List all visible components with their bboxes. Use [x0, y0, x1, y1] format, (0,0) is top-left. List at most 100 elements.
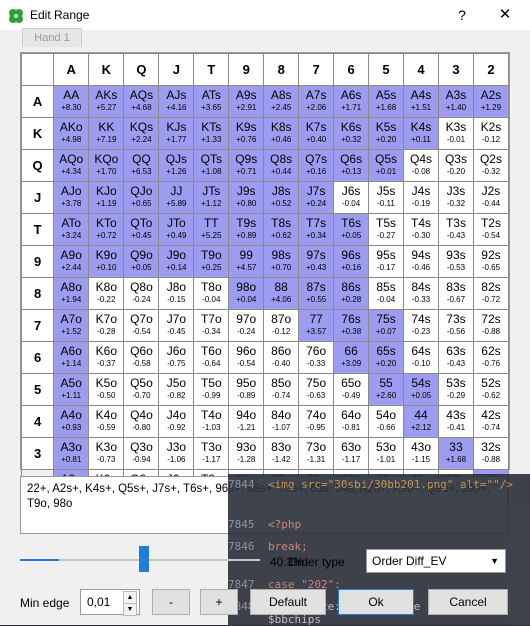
hand-cell[interactable]: 84o -1.07 [263, 405, 300, 438]
hand-cell[interactable]: K4s +0.11 [403, 117, 439, 150]
hand-cell[interactable]: J3s -0.32 [437, 181, 474, 214]
hand-cell[interactable]: ATs +3.65 [193, 85, 230, 118]
hand-cell[interactable]: ATo +3.24 [53, 213, 90, 246]
hand-cell[interactable]: Q8o -0.24 [123, 277, 160, 310]
hand-cell[interactable]: A8o +1.94 [53, 277, 90, 310]
hand-cell[interactable]: KTo +0.72 [88, 213, 125, 246]
hand-cell[interactable]: K2s -0.12 [472, 117, 510, 150]
hand-cell[interactable]: AJs +4.16 [158, 85, 195, 118]
hand-cell[interactable]: KQs +2.24 [123, 117, 160, 150]
hand-cell[interactable]: 95s -0.17 [368, 245, 405, 278]
hand-cell[interactable]: A6o +1.14 [53, 341, 90, 374]
close-button[interactable]: ✕ [490, 3, 520, 27]
hand-cell[interactable]: QTo +0.45 [123, 213, 160, 246]
order-type-select[interactable]: Order Diff_EV ▼ [366, 549, 506, 573]
hand-cell[interactable]: 65o -0.49 [333, 373, 370, 406]
hand-cell[interactable]: T8s +0.62 [263, 213, 300, 246]
hand-cell[interactable]: A2s +1.29 [472, 85, 510, 118]
hand-cell[interactable]: 97o -0.24 [228, 309, 265, 342]
hand-cell[interactable]: 76o -0.33 [298, 341, 335, 374]
hand-cell[interactable]: A5s +1.68 [368, 85, 405, 118]
hand-cell[interactable]: 86o -0.40 [263, 341, 300, 374]
spin-down-icon[interactable]: ▼ [123, 603, 137, 616]
hand-cell[interactable]: 74s -0.23 [403, 309, 439, 342]
hand-cell[interactable]: 94s -0.46 [403, 245, 439, 278]
hand-cell[interactable]: K5s +0.20 [368, 117, 405, 150]
hand-cell[interactable]: AQo +4.34 [53, 149, 90, 182]
hand-cell[interactable]: 42s -0.74 [472, 405, 510, 438]
hand-cell[interactable]: J5s -0.11 [368, 181, 405, 214]
hand-cell[interactable]: A6s +1.71 [333, 85, 370, 118]
hand-cell[interactable]: T5s -0.27 [368, 213, 405, 246]
hand-cell[interactable]: K5o -0.50 [88, 373, 125, 406]
hand-cell[interactable]: Q8s +0.44 [263, 149, 300, 182]
hand-cell[interactable]: KTs +1.33 [193, 117, 230, 150]
min-edge-value[interactable]: 0,01 [87, 595, 110, 609]
hand-cell[interactable]: 93s -0.53 [437, 245, 474, 278]
hand-cell[interactable]: AQs +4.68 [123, 85, 160, 118]
hand-cell[interactable]: 64s -0.10 [403, 341, 439, 374]
hand-cell[interactable]: 97s +0.43 [298, 245, 335, 278]
hand-cell[interactable]: 33 +1.68 [437, 437, 474, 470]
hand-cell[interactable]: T7o -0.34 [193, 309, 230, 342]
hand-cell[interactable]: 73s -0.56 [437, 309, 474, 342]
slider-thumb[interactable] [139, 546, 149, 572]
min-edge-spinbox[interactable]: 0,01 ▲ ▼ [80, 589, 140, 616]
hand-cell[interactable]: J9s +0.80 [228, 181, 265, 214]
hand-cell[interactable]: J6s -0.04 [333, 181, 370, 214]
hand-cell[interactable]: 98s +0.70 [263, 245, 300, 278]
hand-cell[interactable]: J4o -0.92 [158, 405, 195, 438]
hand-cell[interactable]: QQ +6.53 [123, 149, 160, 182]
hand-cell[interactable]: 43o -1.15 [403, 437, 439, 470]
hand-cell[interactable]: 54o -0.66 [368, 405, 405, 438]
hand-cell[interactable]: 85s -0.04 [368, 277, 405, 310]
hand-cell[interactable]: AKo +4.98 [53, 117, 90, 150]
hand-cell[interactable]: 75o -0.63 [298, 373, 335, 406]
hand-cell[interactable]: Q7o -0.54 [123, 309, 160, 342]
hand-cell[interactable]: Q9s +0.71 [228, 149, 265, 182]
hand-cell[interactable]: 86s +0.28 [333, 277, 370, 310]
hand-cell[interactable]: 73o -1.31 [298, 437, 335, 470]
hand-cell[interactable]: 88 +4.06 [263, 277, 300, 310]
hand-cell[interactable]: 52s -0.62 [472, 373, 510, 406]
hand-cell[interactable]: QJs +1.26 [158, 149, 195, 182]
hand-cell[interactable]: A3o +0.81 [53, 437, 90, 470]
hand-cell[interactable]: 87o -0.12 [263, 309, 300, 342]
hand-cell[interactable]: Q4s -0.08 [403, 149, 439, 182]
hand-cell[interactable]: Q4o -0.80 [123, 405, 160, 438]
hand-cell[interactable]: Q5s +0.01 [368, 149, 405, 182]
hand-cell[interactable]: JJ +5.89 [158, 181, 195, 214]
hand-cell[interactable]: Q9o +0.05 [123, 245, 160, 278]
hand-cell[interactable]: A3s +1.40 [437, 85, 474, 118]
hand-cell[interactable]: 87s +0.55 [298, 277, 335, 310]
hand-cell[interactable]: K3o -0.73 [88, 437, 125, 470]
hand-cell[interactable]: A5o +1.11 [53, 373, 90, 406]
hand-cell[interactable]: T4s -0.30 [403, 213, 439, 246]
hand-cell[interactable]: Q6o -0.58 [123, 341, 160, 374]
hand-cell[interactable]: K7o -0.28 [88, 309, 125, 342]
hand-cell[interactable]: AKs +5.27 [88, 85, 125, 118]
hand-cell[interactable]: K6s +0.32 [333, 117, 370, 150]
range-slider[interactable] [20, 546, 260, 572]
hand-cell[interactable]: K8o -0.22 [88, 277, 125, 310]
hand-cell[interactable]: T7s +0.34 [298, 213, 335, 246]
hand-cell[interactable]: J2s -0.44 [472, 181, 510, 214]
hand-cell[interactable]: QJo +0.65 [123, 181, 160, 214]
hand-cell[interactable]: J5o -0.82 [158, 373, 195, 406]
hand-cell[interactable]: K4o -0.59 [88, 405, 125, 438]
hand-cell[interactable]: 77 +3.57 [298, 309, 335, 342]
hand-cell[interactable]: Q7s +0.16 [298, 149, 335, 182]
hand-cell[interactable]: KK +7.19 [88, 117, 125, 150]
hand-cell[interactable]: 65s +0.20 [368, 341, 405, 374]
hand-cell[interactable]: 55 +2.60 [368, 373, 405, 406]
hand-cell[interactable]: K7s +0.40 [298, 117, 335, 150]
hand-cell[interactable]: J7s +0.24 [298, 181, 335, 214]
hand-cell[interactable]: 64o -0.81 [333, 405, 370, 438]
decrease-button[interactable]: - [152, 589, 190, 615]
hand-cell[interactable]: T5o -0.99 [193, 373, 230, 406]
hand-cell[interactable]: Q3o -0.94 [123, 437, 160, 470]
hand-cell[interactable]: 44 +2.12 [403, 405, 439, 438]
hand-cell[interactable]: 62s -0.76 [472, 341, 510, 374]
hand-cell[interactable]: 96s +0.16 [333, 245, 370, 278]
hand-cell[interactable]: JTo +0.49 [158, 213, 195, 246]
